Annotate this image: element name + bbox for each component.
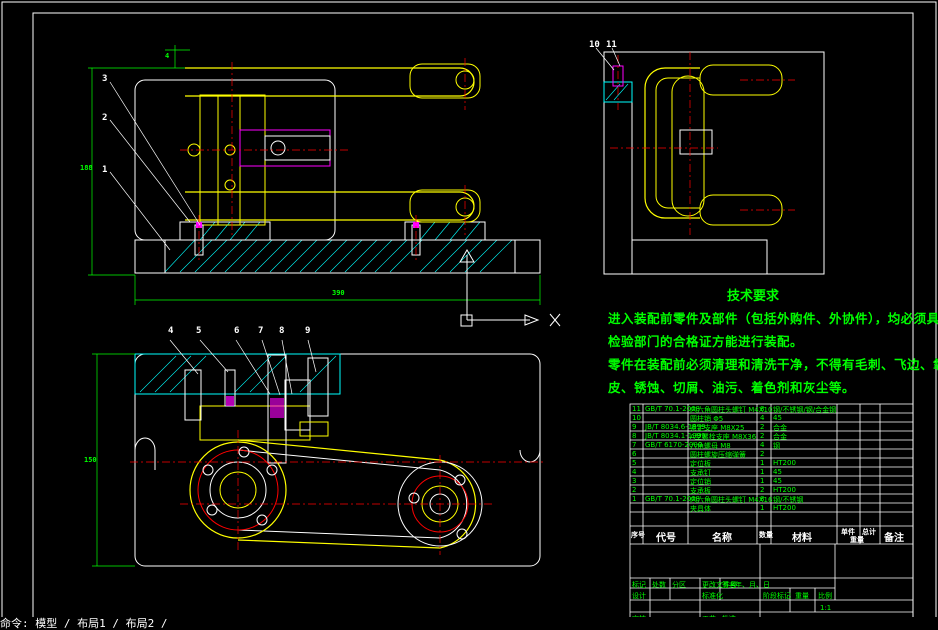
bom-qty: 1 [760,504,765,512]
bom-material: HT200 [773,459,796,467]
tb-date: 年、月、日 [735,581,770,589]
tb-scale: 比例 [818,592,832,600]
bom-material: 钢/不锈钢/钢/合金钢 [773,406,837,414]
bom-qty: 2 [760,450,765,458]
bom-row: 2 [632,486,637,494]
tech-requirement-line-4: 皮、锈蚀、切屑、油污、着色剂和灰尘等。 [608,380,856,395]
bom-header-name: 名称 [712,533,732,544]
tb-stage: 阶段标记 [763,592,791,600]
balloon-5: 5 [196,326,202,336]
bom-material: HT200 [773,486,796,494]
bom-row: 4 [632,468,637,476]
bom-qty: 1 [760,477,765,485]
tb-count: 处数 [652,581,666,589]
bom-header-weight: 重量 [850,536,864,544]
bom-header-code: 代号 [656,533,676,544]
bom-row: 7 [632,441,637,449]
tech-requirement-line-3: 零件在装配前必须清理和清洗干净，不得有毛刺、飞边、氧化 [608,357,938,372]
balloon-10: 10 [589,40,600,50]
balloon-2: 2 [102,113,108,123]
tb-design: 设计 [632,592,646,600]
tb-scale-value: 1:1 [820,604,832,612]
bom-header-note: 备注 [884,533,904,544]
bom-row: 6 [632,450,637,458]
front-view [88,45,561,327]
bom-row: 3 [632,477,637,485]
bom-row: 夹具体 [690,505,711,513]
tech-requirement-line-1: 进入装配前零件及部件（包括外购件、外协件），均必须具有 [608,311,938,326]
bom-row: 8 [632,432,637,440]
tb-standard: 标准化 [702,592,723,600]
bom-row: 5 [632,459,637,467]
bom-row: 9 [632,423,637,431]
balloon-11: 11 [606,40,617,50]
tb-zone: 分区 [672,581,686,589]
bom-qty: 2 [760,423,765,431]
bom-header-qty: 数量 [759,531,773,539]
bom-material: 45 [773,468,782,476]
balloon-4: 4 [168,326,174,336]
bom-row: 10 [632,414,641,422]
bom-material: HT200 [773,504,796,512]
tb-sign: 签名 [722,581,736,589]
bom-qty: 2 [760,432,765,440]
tb-weight: 重量 [795,592,809,600]
balloon-9: 9 [305,326,311,336]
tech-requirement-line-2: 检验部门的合格证方能进行装配。 [608,334,804,349]
dim-height-top: 150 [84,456,97,464]
bom-material: 钢 [773,442,780,450]
command-line[interactable]: 命令: 模型 / 布局1 / 布局2 / [0,617,938,630]
balloon-1: 1 [102,165,108,175]
bom-header-total-weight: 总计 [862,528,876,536]
bom-row: 1 [632,495,637,503]
bom-qty: 8 [760,405,765,413]
bom-material: 45 [773,414,782,422]
dim-top-tick: 4 [165,52,170,60]
bom-header-material: 材料 [792,533,812,544]
dim-height-front: 188 [80,164,93,172]
bom-qty: 4 [760,441,765,449]
dim-width: 390 [332,289,345,297]
bom-qty: 4 [760,414,765,422]
bom-qty: 1 [760,468,765,476]
side-view [595,47,825,275]
balloon-8: 8 [279,326,285,336]
balloon-3: 3 [102,74,108,84]
balloon-7: 7 [258,326,264,336]
bom-header-no: 序号 [631,531,645,539]
bom-row: 11 [632,405,641,413]
tb-mark: 标记 [632,581,646,589]
bom-qty: 2 [760,486,765,494]
bom-qty: 8 [760,495,765,503]
balloon-6: 6 [234,326,240,336]
bom-qty: 1 [760,459,765,467]
tech-requirements-title: 技术要求 [727,289,780,304]
top-view [92,339,545,567]
bom-material: 45 [773,477,782,485]
